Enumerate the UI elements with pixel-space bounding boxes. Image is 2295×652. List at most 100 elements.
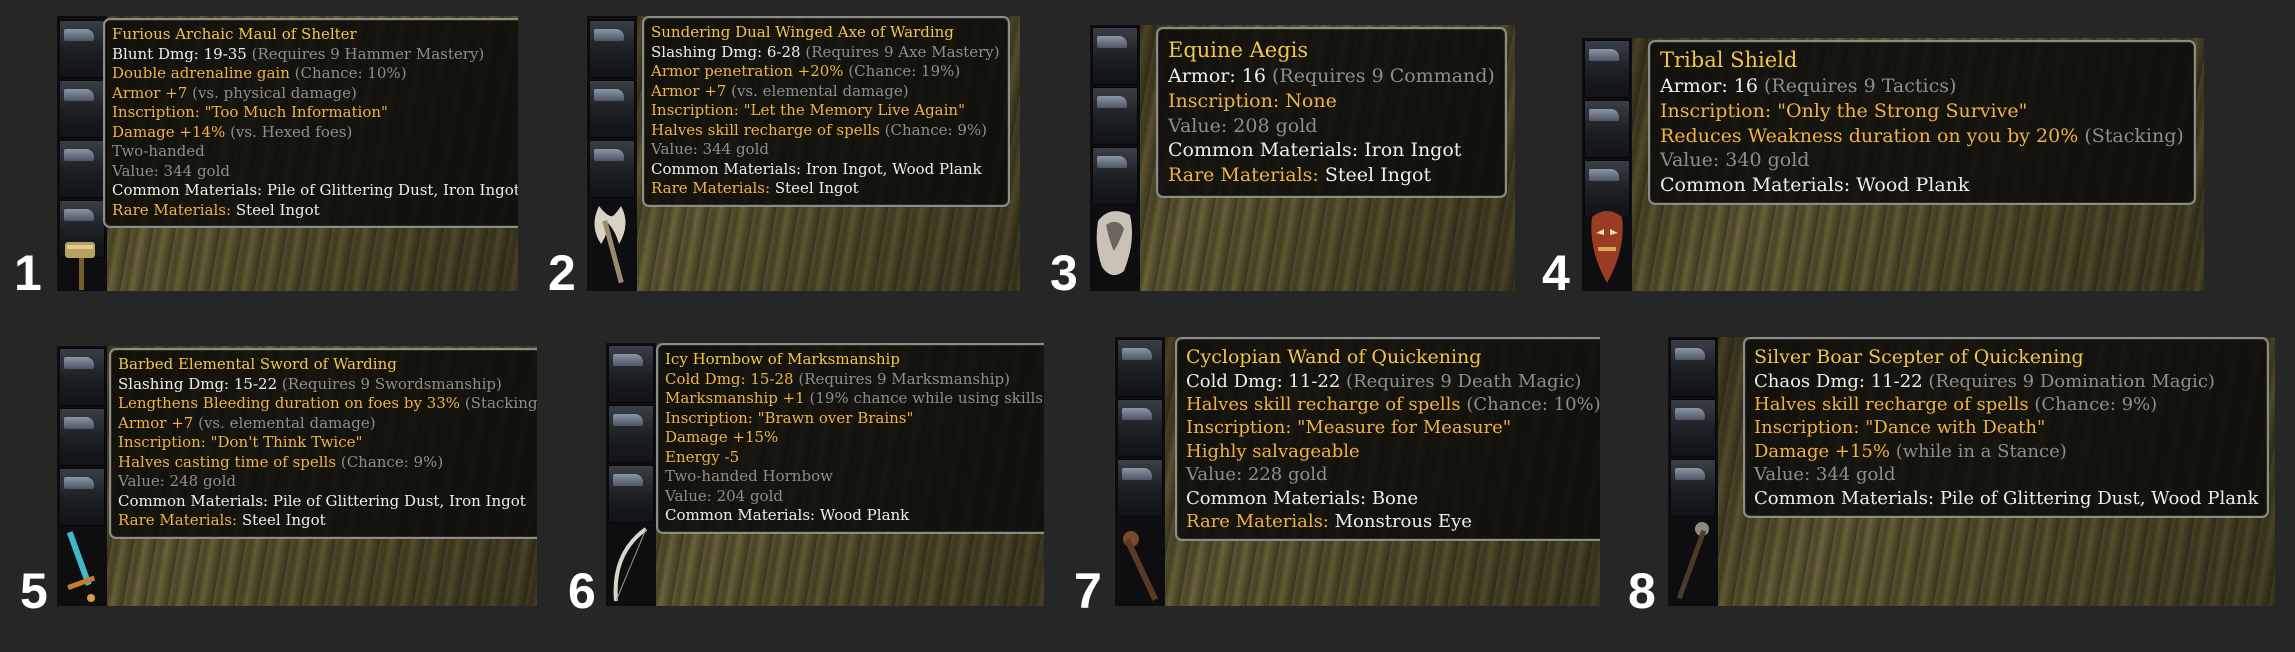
item-name: Silver Boar Scepter of Quickening xyxy=(1754,346,2084,368)
stat-line: Inscription: "Too Much Information" xyxy=(112,103,388,121)
stat-line: Highly salvageable xyxy=(1186,440,1360,462)
inventory-slot[interactable] xyxy=(1117,399,1163,457)
item-panel: Silver Boar Scepter of Quickening Chaos … xyxy=(1668,337,2275,606)
equipment-slots xyxy=(587,16,637,291)
inventory-slot[interactable] xyxy=(59,80,105,138)
panel-number: 2 xyxy=(548,245,576,301)
inventory-slot[interactable] xyxy=(1092,27,1138,85)
inventory-slot[interactable] xyxy=(59,20,105,78)
item-name: Barbed Elemental Sword of Warding xyxy=(118,355,397,373)
item-panel: Sundering Dual Winged Axe of Warding Sla… xyxy=(587,16,1020,291)
stat-line: Inscription: None xyxy=(1168,89,1337,112)
shield-mask-icon[interactable] xyxy=(1582,203,1632,291)
stat-line: Rare Materials: Steel Ingot xyxy=(118,511,326,529)
axe-icon[interactable] xyxy=(587,196,637,291)
inventory-slot[interactable] xyxy=(59,140,105,198)
stat-line: Lengthens Bleeding duration on foes by 3… xyxy=(118,394,537,412)
item-name: Furious Archaic Maul of Shelter xyxy=(112,25,357,43)
inventory-slot[interactable] xyxy=(589,20,635,78)
inventory-slot[interactable] xyxy=(1117,459,1163,517)
panel-number: 7 xyxy=(1074,563,1102,619)
stat-line: Energy -5 xyxy=(665,447,740,466)
item-panel: Furious Archaic Maul of Shelter Blunt Dm… xyxy=(57,16,518,291)
equipment-slots xyxy=(606,343,656,606)
wand-icon[interactable] xyxy=(1115,527,1165,606)
stat-line: Armor +7 (vs. elemental damage) xyxy=(651,81,909,100)
inventory-slot[interactable] xyxy=(1670,459,1716,517)
inventory-slot[interactable] xyxy=(608,345,654,403)
inventory-slot[interactable] xyxy=(59,408,105,466)
stat-line: Value: 204 gold xyxy=(665,486,783,505)
stat-line: Marksmanship +1 (19% chance while using … xyxy=(665,389,1044,407)
item-tooltip: Sundering Dual Winged Axe of Warding Sla… xyxy=(642,16,1010,207)
stat-line: Damage +15% xyxy=(665,428,779,446)
stat-line: Armor +7 (vs. elemental damage) xyxy=(118,413,376,432)
stat-line: Damage +15% (while in a Stance) xyxy=(1754,440,2067,462)
item-tooltip: Tribal Shield Armor: 16 (Requires 9 Tact… xyxy=(1648,40,2196,205)
maul-icon[interactable] xyxy=(57,236,107,291)
item-name: Cyclopian Wand of Quickening xyxy=(1186,346,1482,368)
item-tooltip: Barbed Elemental Sword of Warding Slashi… xyxy=(109,348,537,539)
inventory-slot[interactable] xyxy=(608,465,654,523)
item-panel: Tribal Shield Armor: 16 (Requires 9 Tact… xyxy=(1582,38,2204,291)
stat-line: Value: 340 gold xyxy=(1660,149,1810,172)
stat-line: Slashing Dmg: 15-22 (Requires 9 Swordsma… xyxy=(118,374,502,393)
stat-line: Two-handed xyxy=(112,142,205,160)
stat-line: Armor: 16 (Requires 9 Command) xyxy=(1168,65,1495,88)
inventory-slot[interactable] xyxy=(1117,339,1163,397)
equipment-slots xyxy=(1090,25,1140,291)
inventory-slot[interactable] xyxy=(589,140,635,198)
inventory-slot[interactable] xyxy=(1092,87,1138,145)
item-tooltip: Equine Aegis Armor: 16 (Requires 9 Comma… xyxy=(1156,27,1507,198)
inventory-slot[interactable] xyxy=(1584,100,1630,158)
inventory-slot[interactable] xyxy=(59,468,105,526)
inventory-slot[interactable] xyxy=(589,80,635,138)
stat-line: Damage +14% (vs. Hexed foes) xyxy=(112,122,353,141)
item-name: Equine Aegis xyxy=(1168,38,1309,62)
stat-line: Inscription: "Dance with Death" xyxy=(1754,417,2046,439)
stat-line: Inscription: "Measure for Measure" xyxy=(1186,417,1512,439)
equipment-slots xyxy=(57,16,107,291)
stat-line: Halves skill recharge of spells (Chance:… xyxy=(651,120,987,139)
sword-icon[interactable] xyxy=(57,526,107,606)
stat-line: Inscription: "Only the Strong Survive" xyxy=(1660,99,2028,122)
stat-line: Inscription: "Let the Memory Live Again" xyxy=(651,101,965,119)
item-tooltip: Cyclopian Wand of Quickening Cold Dmg: 1… xyxy=(1175,337,1600,542)
inventory-slot[interactable] xyxy=(608,405,654,463)
inventory-slot[interactable] xyxy=(1092,147,1138,205)
inventory-slot[interactable] xyxy=(59,348,105,406)
stat-line: Rare Materials: Steel Ingot xyxy=(112,200,320,219)
equipment-slots xyxy=(1668,337,1718,606)
item-name: Icy Hornbow of Marksmanship xyxy=(665,350,900,368)
item-tooltip: Furious Archaic Maul of Shelter Blunt Dm… xyxy=(103,18,518,228)
stat-line: Cold Dmg: 11-22 (Requires 9 Death Magic) xyxy=(1186,370,1582,392)
inventory-slot[interactable] xyxy=(1670,399,1716,457)
stat-line: Value: 344 gold xyxy=(651,140,769,158)
item-tooltip: Icy Hornbow of Marksmanship Cold Dmg: 15… xyxy=(656,343,1044,534)
panel-number: 3 xyxy=(1050,245,1078,301)
stat-line: Reduces Weakness duration on you by 20% … xyxy=(1660,124,2184,147)
panel-number: 8 xyxy=(1628,563,1656,619)
panel-number: 1 xyxy=(14,245,42,301)
stat-line: Double adrenaline gain (Chance: 10%) xyxy=(112,64,407,82)
item-name: Sundering Dual Winged Axe of Warding xyxy=(651,23,954,41)
stat-line: Value: 344 gold xyxy=(1754,464,1896,486)
scepter-icon[interactable] xyxy=(1668,517,1718,606)
stat-line: Cold Dmg: 15-28 (Requires 9 Marksmanship… xyxy=(665,369,1010,388)
item-panel: Cyclopian Wand of Quickening Cold Dmg: 1… xyxy=(1115,337,1600,606)
stat-line: Two-handed Hornbow xyxy=(665,467,833,485)
stat-line: Value: 228 gold xyxy=(1186,464,1328,486)
stat-line: Common Materials: Iron Ingot xyxy=(1168,139,1462,162)
inventory-slot[interactable] xyxy=(1670,339,1716,397)
item-panel: Icy Hornbow of Marksmanship Cold Dmg: 15… xyxy=(606,343,1044,606)
stat-line: Common Materials: Wood Plank xyxy=(665,506,910,524)
shield-horse-icon[interactable] xyxy=(1090,201,1140,291)
bow-icon[interactable] xyxy=(606,523,656,606)
equipment-slots xyxy=(57,346,107,606)
inventory-slot[interactable] xyxy=(1584,40,1630,98)
stat-line: Halves skill recharge of spells (Chance:… xyxy=(1186,394,1600,416)
stat-line: Armor: 16 (Requires 9 Tactics) xyxy=(1660,75,1957,98)
stat-line: Armor penetration +20% (Chance: 19%) xyxy=(651,62,961,80)
stat-line: Rare Materials: Monstrous Eye xyxy=(1186,511,1472,533)
stat-line: Common Materials: Iron Ingot, Wood Plank xyxy=(651,159,982,178)
